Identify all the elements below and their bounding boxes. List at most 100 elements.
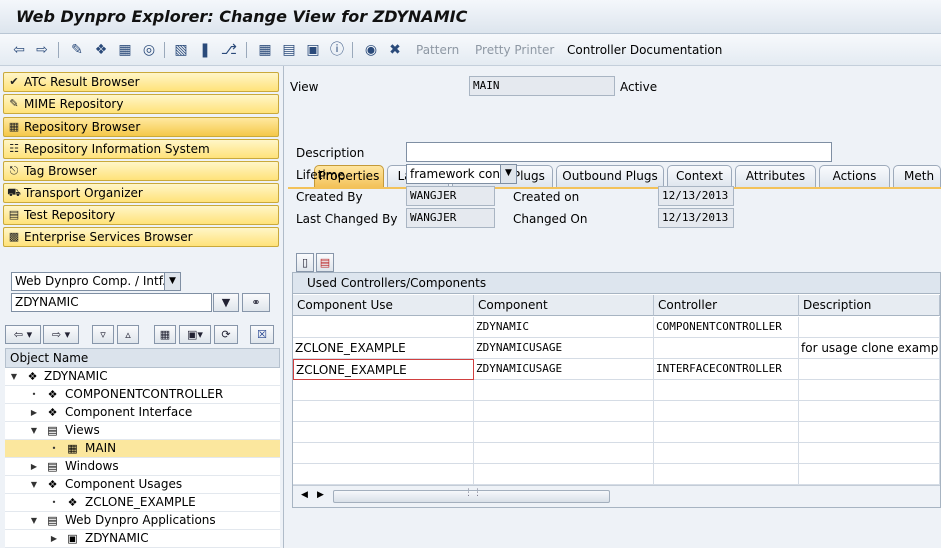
scrollbar-thumb[interactable]: ⋮⋮ bbox=[333, 488, 610, 503]
controller-documentation-button[interactable]: Controller Documentation bbox=[567, 43, 722, 57]
empty-table-cell[interactable] bbox=[654, 464, 799, 485]
empty-table-cell[interactable] bbox=[799, 422, 940, 443]
chevron-down-icon[interactable]: ▼ bbox=[500, 165, 516, 183]
forward-arrow-icon[interactable]: ⇨ bbox=[33, 41, 51, 59]
breakpoint-icon[interactable]: ◉ bbox=[362, 41, 380, 59]
scroll-right-icon[interactable]: ▶ bbox=[317, 490, 324, 500]
table-cell[interactable]: ZCLONE_EXAMPLE bbox=[293, 338, 474, 359]
table-cell[interactable]: ZDYNAMIC bbox=[474, 317, 654, 338]
check-icon[interactable]: ▧ bbox=[172, 41, 190, 59]
hierarchy-icon[interactable]: ▦ bbox=[116, 41, 134, 59]
collapsed-arrow-icon[interactable]: ▶ bbox=[29, 404, 39, 421]
refresh-button[interactable]: ⟳ bbox=[214, 325, 238, 344]
expand-all-button[interactable]: ▿ bbox=[92, 325, 114, 344]
tab-actions[interactable]: Actions bbox=[819, 165, 890, 187]
tree-node[interactable]: ▶ ❖ Component Interface bbox=[5, 404, 280, 422]
test-icon[interactable]: ⎇ bbox=[220, 41, 238, 59]
activate-icon[interactable]: ❚ bbox=[196, 41, 214, 59]
empty-table-cell[interactable] bbox=[474, 443, 654, 464]
atc-result-browser-button[interactable]: ✔ ATC Result Browser bbox=[3, 72, 279, 92]
empty-table-cell[interactable] bbox=[474, 401, 654, 422]
collapsed-arrow-icon[interactable]: ▶ bbox=[49, 530, 59, 547]
insert-row-button[interactable]: ▯ bbox=[296, 253, 314, 272]
table-cell[interactable] bbox=[799, 359, 940, 380]
tag-browser-button[interactable]: ⎋ Tag Browser bbox=[3, 161, 279, 181]
delete-row-button[interactable]: ▤ bbox=[316, 253, 334, 272]
expanded-arrow-icon[interactable]: ▼ bbox=[29, 422, 39, 439]
display-object-button[interactable]: ⚭ bbox=[242, 293, 270, 312]
repository-information-system-button[interactable]: ☷ Repository Information System bbox=[3, 139, 279, 159]
tree-structure-button[interactable]: ▦ bbox=[154, 325, 176, 344]
object-type-select[interactable]: Web Dynpro Comp. / Intf. ▼ bbox=[11, 272, 181, 291]
empty-table-cell[interactable] bbox=[474, 422, 654, 443]
tree-node[interactable]: ▶ ▣ ZDYNAMIC bbox=[5, 530, 280, 548]
empty-table-cell[interactable] bbox=[474, 380, 654, 401]
table-cell[interactable] bbox=[799, 317, 940, 338]
test-repository-button[interactable]: ▤ Test Repository bbox=[3, 205, 279, 225]
table-cell-editing[interactable]: ZCLONE_EXAMPLE bbox=[293, 359, 474, 380]
table-cell[interactable]: ZDYNAMICUSAGE bbox=[474, 359, 654, 380]
enterprise-services-browser-button[interactable]: ▩ Enterprise Services Browser bbox=[3, 227, 279, 247]
tree-node[interactable]: • ❖ COMPONENTCONTROLLER bbox=[5, 386, 280, 404]
tree-node[interactable]: • ❖ ZCLONE_EXAMPLE bbox=[5, 494, 280, 512]
pretty-printer-button[interactable]: Pretty Printer bbox=[475, 43, 554, 57]
tree-node[interactable]: ▼ ❖ ZDYNAMIC bbox=[5, 368, 280, 386]
collapse-all-button[interactable]: ▵ bbox=[117, 325, 139, 344]
collapsed-arrow-icon[interactable]: ▶ bbox=[29, 458, 39, 475]
tree-icon[interactable]: ▦ bbox=[256, 41, 274, 59]
info-icon[interactable]: ⓘ bbox=[328, 41, 346, 59]
empty-table-cell[interactable] bbox=[293, 464, 474, 485]
tab-methods[interactable]: Meth bbox=[893, 165, 941, 187]
empty-table-cell[interactable] bbox=[293, 380, 474, 401]
edit-pencil-icon[interactable]: ✎ bbox=[68, 41, 86, 59]
repository-browser-button[interactable]: ▦ Repository Browser bbox=[3, 117, 279, 137]
chevron-down-icon[interactable]: ▼ bbox=[164, 273, 180, 290]
close-browser-button[interactable]: ☒ bbox=[250, 325, 274, 344]
horizontal-scrollbar[interactable]: ◀ ▶ ⋮⋮ bbox=[293, 485, 940, 507]
empty-table-cell[interactable] bbox=[654, 401, 799, 422]
table-cell[interactable] bbox=[293, 317, 474, 338]
empty-table-cell[interactable] bbox=[293, 401, 474, 422]
display-icon[interactable]: ▣ bbox=[304, 41, 322, 59]
object-icon[interactable]: ❖ bbox=[92, 41, 110, 59]
previous-object-button[interactable]: ⇦ ▾ bbox=[5, 325, 41, 344]
pattern-button[interactable]: Pattern bbox=[416, 43, 459, 57]
tab-outbound-plugs[interactable]: Outbound Plugs bbox=[556, 165, 664, 187]
empty-table-cell[interactable] bbox=[474, 464, 654, 485]
tree-node[interactable]: ▼ ❖ Component Usages bbox=[5, 476, 280, 494]
tree-node-selected[interactable]: • ▦ MAIN bbox=[5, 440, 280, 458]
tree-node[interactable]: ▼ ▤ Views bbox=[5, 422, 280, 440]
tab-context[interactable]: Context bbox=[667, 165, 732, 187]
expanded-arrow-icon[interactable]: ▼ bbox=[9, 368, 19, 385]
empty-table-cell[interactable] bbox=[654, 422, 799, 443]
next-object-button[interactable]: ⇨ ▾ bbox=[43, 325, 79, 344]
back-arrow-icon[interactable]: ⇦ bbox=[10, 41, 28, 59]
stop-icon[interactable]: ✖ bbox=[386, 41, 404, 59]
stack-icon[interactable]: ▤ bbox=[280, 41, 298, 59]
empty-table-cell[interactable] bbox=[799, 401, 940, 422]
table-cell[interactable]: for usage clone example bbox=[799, 338, 940, 359]
where-used-icon[interactable]: ◎ bbox=[140, 41, 158, 59]
table-cell[interactable] bbox=[654, 338, 799, 359]
table-cell[interactable]: INTERFACECONTROLLER bbox=[654, 359, 799, 380]
expanded-arrow-icon[interactable]: ▼ bbox=[29, 476, 39, 493]
empty-table-cell[interactable] bbox=[293, 422, 474, 443]
column-header-description[interactable]: Description bbox=[799, 295, 940, 316]
tree-node[interactable]: ▼ ▤ Web Dynpro Applications bbox=[5, 512, 280, 530]
column-header-component[interactable]: Component bbox=[474, 295, 654, 316]
description-input[interactable] bbox=[406, 142, 832, 162]
empty-table-cell[interactable] bbox=[654, 380, 799, 401]
lifetime-select[interactable]: framework con… ▼ bbox=[406, 164, 517, 184]
empty-table-cell[interactable] bbox=[799, 464, 940, 485]
table-cell[interactable]: COMPONENTCONTROLLER bbox=[654, 317, 799, 338]
display-dropdown-button[interactable]: ▼ bbox=[213, 293, 239, 312]
column-header-controller[interactable]: Controller bbox=[654, 295, 799, 316]
empty-table-cell[interactable] bbox=[293, 443, 474, 464]
empty-table-cell[interactable] bbox=[799, 443, 940, 464]
object-name-input[interactable]: ZDYNAMIC bbox=[11, 293, 212, 312]
transport-organizer-button[interactable]: ⛟ Transport Organizer bbox=[3, 183, 279, 203]
mime-repository-button[interactable]: ✎ MIME Repository bbox=[3, 94, 279, 114]
expanded-arrow-icon[interactable]: ▼ bbox=[29, 512, 39, 529]
column-header-component-use[interactable]: Component Use bbox=[293, 295, 474, 316]
empty-table-cell[interactable] bbox=[799, 380, 940, 401]
